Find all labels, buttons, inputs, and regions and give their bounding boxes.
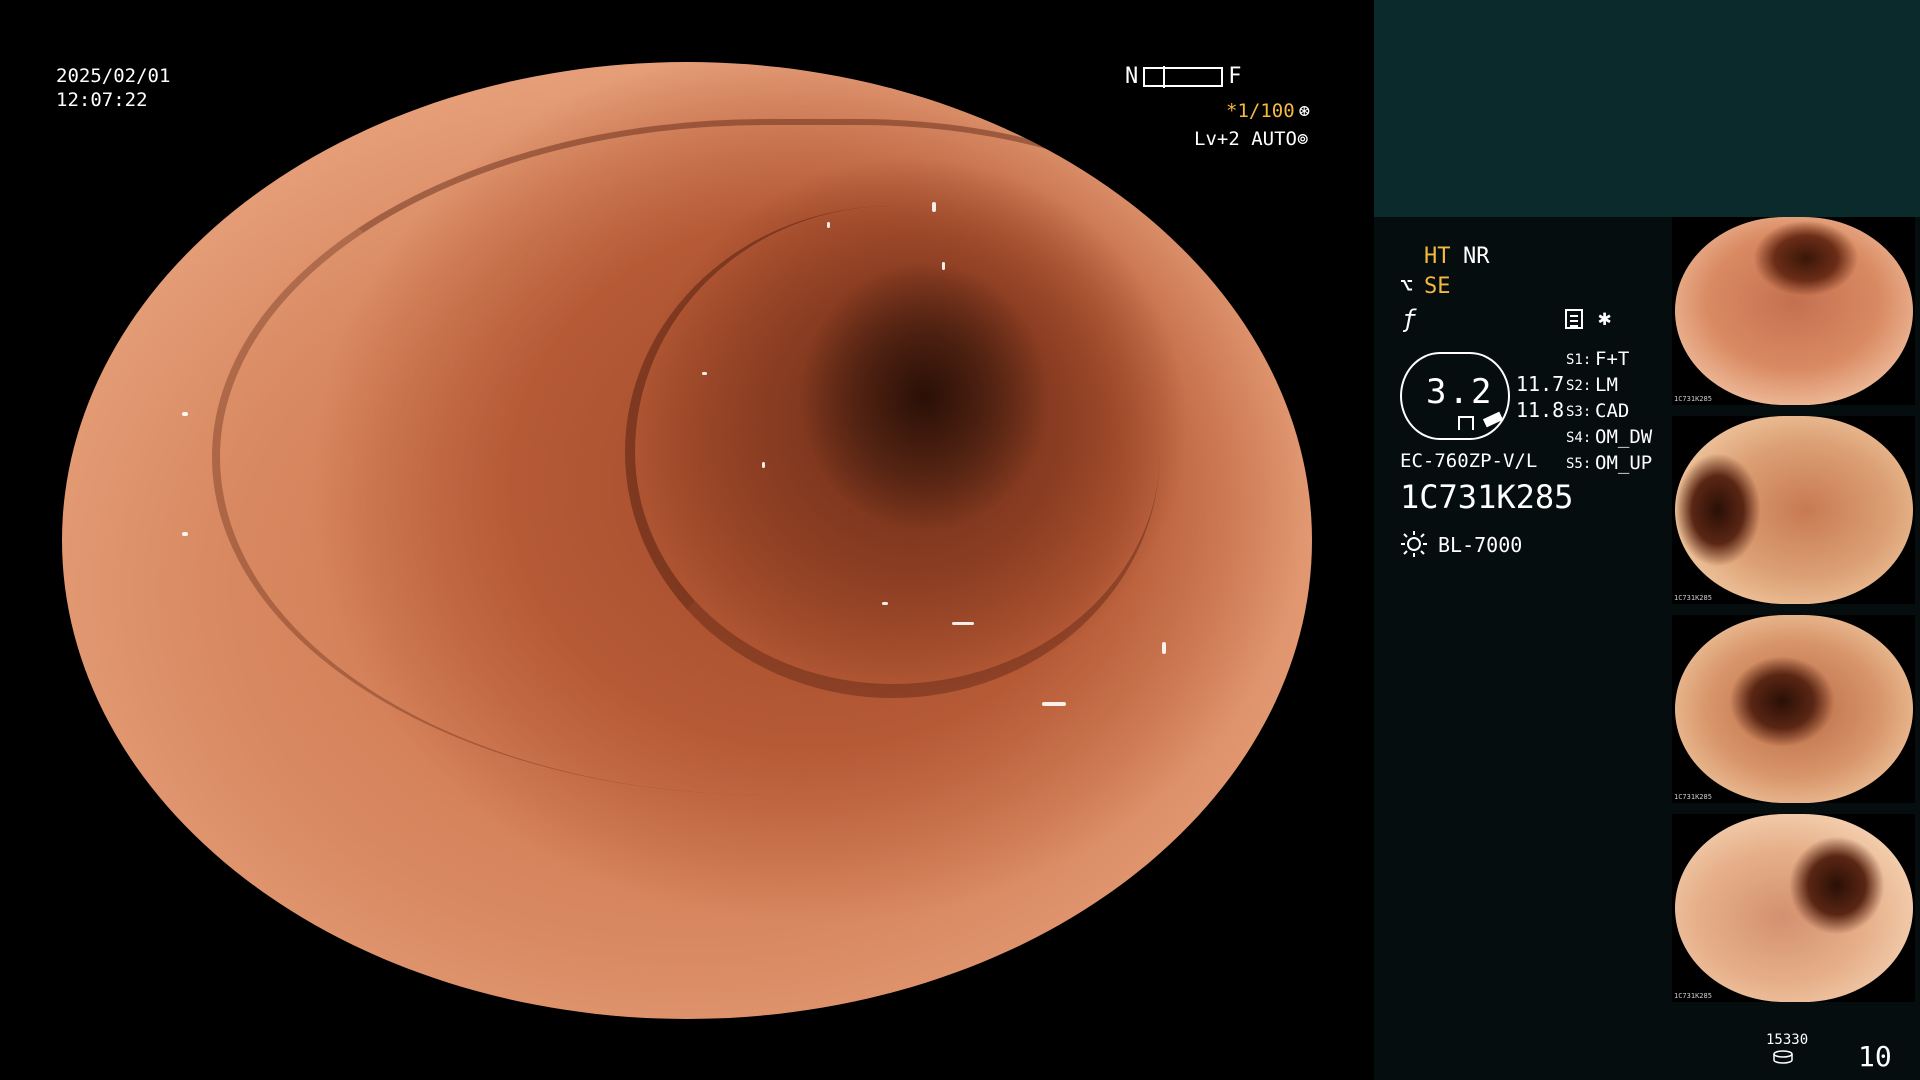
switch-value: OM_DW [1595, 426, 1653, 448]
glint [952, 622, 974, 625]
thumbnail-image [1675, 217, 1913, 405]
thumbnail-image [1675, 416, 1913, 604]
switch-key: S2: [1566, 378, 1592, 394]
thumbnail-caption: 1C731K285 [1674, 992, 1712, 1000]
thumbnail[interactable]: 1C731K285 [1672, 217, 1915, 405]
glint [182, 412, 188, 416]
shutter-value: *1/100 [1226, 100, 1295, 122]
ht-label: HT [1424, 244, 1451, 269]
nr-label: NR [1463, 244, 1490, 269]
far-label: F [1228, 64, 1242, 89]
document-icon [1565, 309, 1583, 329]
glint [932, 202, 936, 212]
gauge-tab [1482, 411, 1504, 428]
value-bottom: 11.8 [1516, 398, 1565, 422]
date: 2025/02/01 [56, 65, 171, 87]
switch-value: OM_UP [1595, 452, 1653, 474]
thumbnail[interactable]: 1C731K285 [1672, 416, 1915, 604]
shutter-speed: *1/100 ⊛ [1226, 100, 1310, 122]
thumbnail[interactable]: 1C731K285 [1672, 615, 1915, 803]
gauge-marker [1458, 416, 1474, 430]
time: 12:07:22 [56, 89, 148, 111]
auto-icon: ⊚ [1296, 128, 1309, 150]
glint [1162, 642, 1166, 654]
serial-number: 1C731K285 [1400, 478, 1574, 516]
image-count: 10 [1858, 1040, 1892, 1073]
near-far-indicator: N F [1125, 64, 1242, 89]
gauge-value: 3.2 [1426, 372, 1494, 412]
se-label: SE [1424, 274, 1451, 299]
glint [762, 462, 765, 468]
scissor-icon: ⌥ [1400, 274, 1414, 299]
shutter-icon: ⊛ [1298, 100, 1311, 122]
f-icon: ƒ [1402, 305, 1417, 333]
level-auto: Lv+2 AUTO⊚ [1194, 128, 1308, 150]
glint [1202, 212, 1212, 226]
storage-count: 15330 [1766, 1032, 1809, 1048]
disk-icon [1773, 1050, 1793, 1064]
date-time: 2025/02/01 12:07:22 [56, 64, 170, 112]
near-label: N [1125, 64, 1139, 89]
thumbnail-caption: 1C731K285 [1674, 594, 1712, 602]
glint [702, 372, 707, 375]
switch-key: S5: [1566, 456, 1592, 472]
switch-key: S3: [1566, 404, 1592, 420]
thumbnail[interactable]: 1C731K285 [1672, 814, 1915, 1002]
glint [827, 222, 830, 228]
lumen-fold [624, 205, 1160, 699]
star-icon: ✱ [1598, 306, 1612, 331]
endoscope-view [62, 62, 1312, 1019]
thumbnail-caption: 1C731K285 [1674, 793, 1712, 801]
switch-key: S1: [1566, 352, 1592, 368]
info-panel [1374, 217, 1670, 1080]
switch-value: LM [1595, 374, 1618, 396]
auto-label: AUTO [1251, 128, 1297, 150]
light-icon [1401, 531, 1427, 557]
light-source: BL-7000 [1438, 533, 1523, 557]
glint [942, 262, 945, 270]
info-panel-top [1374, 0, 1920, 217]
focus-bar [1143, 65, 1224, 88]
level-value: Lv+2 [1194, 128, 1240, 150]
switch-value: CAD [1595, 400, 1630, 422]
scope-model: EC-760ZP-V/L [1400, 450, 1538, 472]
value-top: 11.7 [1516, 372, 1565, 396]
switch-key: S4: [1566, 430, 1592, 446]
thumbnail-image [1675, 615, 1913, 803]
thumbnail-caption: 1C731K285 [1674, 395, 1712, 403]
thumbnail-image [1675, 814, 1913, 1002]
glint [1042, 702, 1066, 706]
glint [182, 532, 188, 536]
switch-value: F+T [1595, 348, 1630, 370]
glint [882, 602, 888, 605]
